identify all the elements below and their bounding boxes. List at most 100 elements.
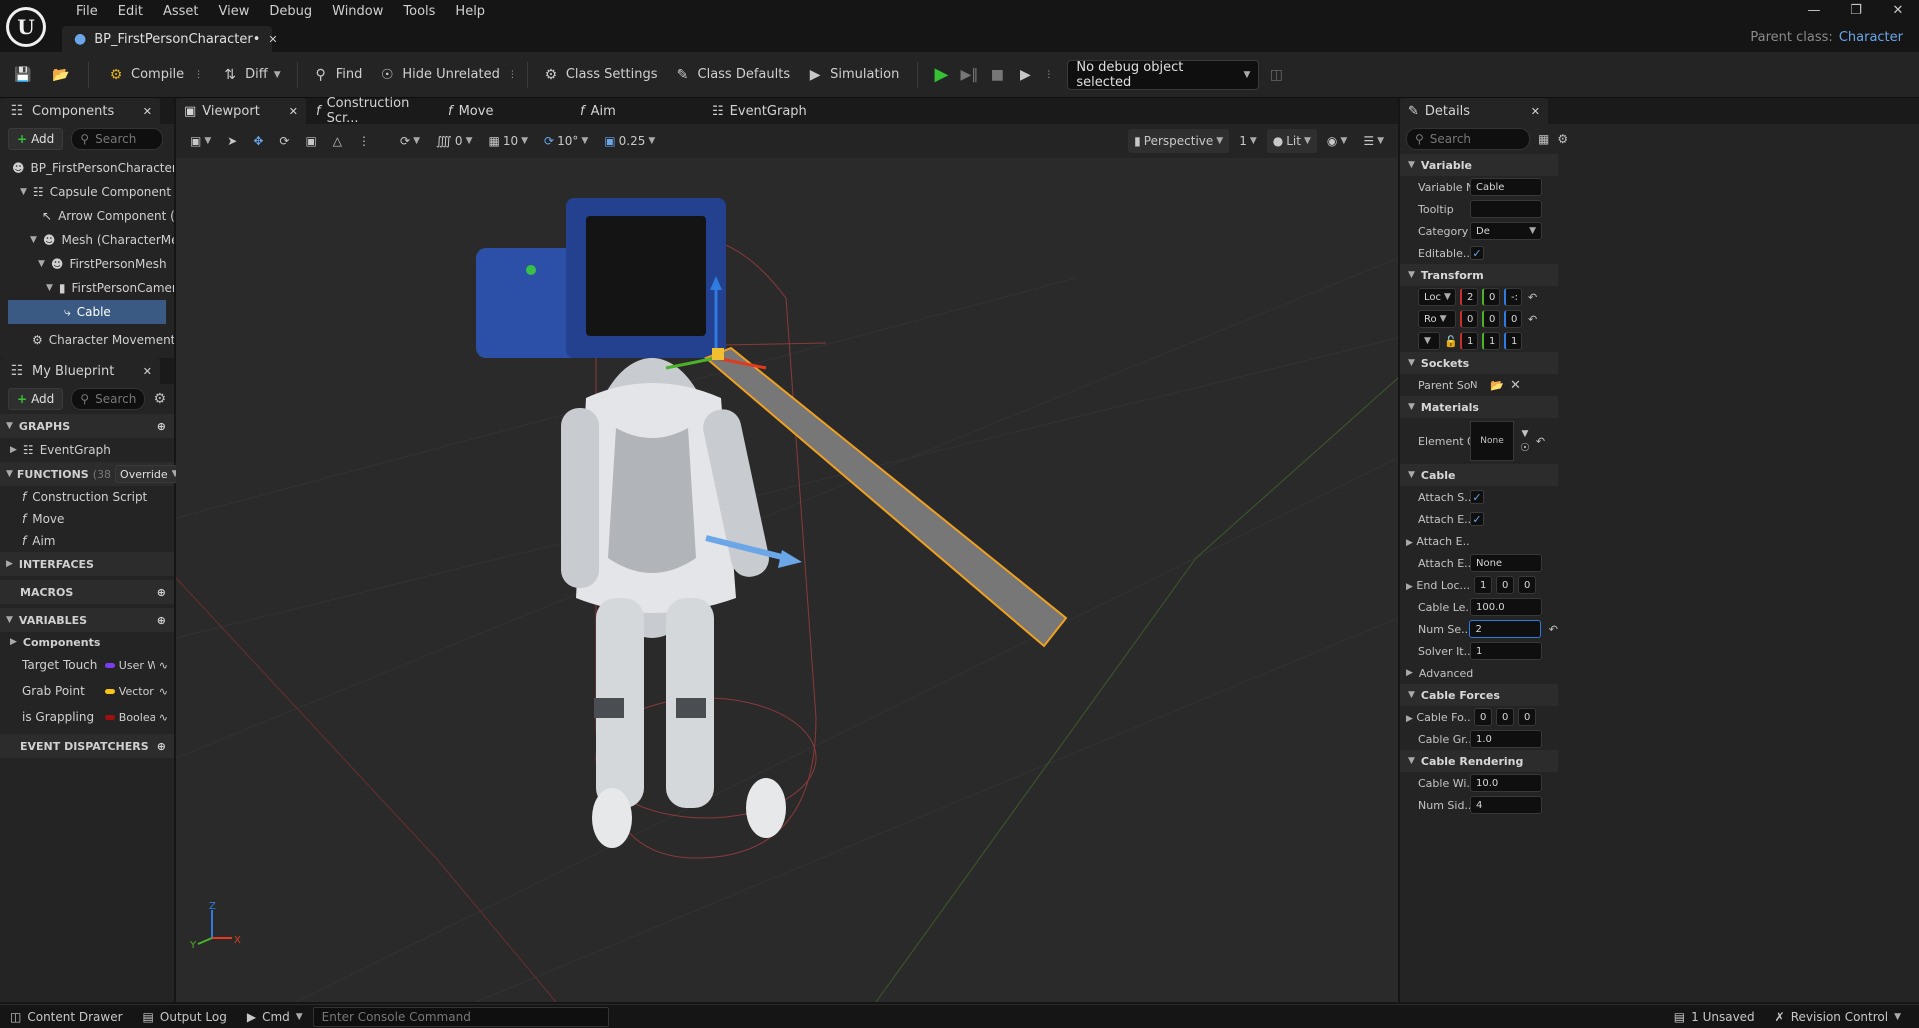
- console-command-input[interactable]: Enter Console Command: [312, 1006, 609, 1027]
- close-icon[interactable]: ✕: [143, 105, 152, 118]
- fov-button[interactable]: 1 ▼: [1233, 129, 1263, 153]
- scale-y-field[interactable]: 1: [1482, 332, 1500, 350]
- scale-select[interactable]: ▼: [1418, 332, 1440, 350]
- loc-y-field[interactable]: 0: [1482, 288, 1500, 306]
- scale-icon[interactable]: ▣: [299, 129, 322, 153]
- add-circle-icon[interactable]: ⊕: [157, 586, 166, 599]
- num-sides-field[interactable]: 4: [1470, 796, 1542, 814]
- viewport-scene[interactable]: Z Y X: [176, 158, 1398, 1002]
- variable-name-field[interactable]: Cable: [1470, 178, 1542, 196]
- tab-move[interactable]: f Move: [440, 98, 570, 124]
- function-item-move[interactable]: f Move: [0, 508, 174, 530]
- components-tab[interactable]: ☷ Components ✕: [0, 98, 160, 124]
- find-button[interactable]: ⚲ Find: [304, 59, 371, 91]
- tab-construction-script[interactable]: f Construction Scr...: [308, 96, 438, 126]
- my-blueprint-search-input[interactable]: ⚲ Search: [71, 388, 146, 410]
- document-tab[interactable]: ● BP_FirstPersonCharacter• ✕: [62, 26, 278, 52]
- close-window-icon[interactable]: ✕: [1877, 0, 1919, 22]
- parent-class-link[interactable]: Character: [1839, 30, 1903, 45]
- unsaved-button[interactable]: ▤ 1 Unsaved: [1664, 1005, 1765, 1028]
- class-settings-button[interactable]: ⚙ Class Settings: [534, 59, 666, 91]
- advanced-row[interactable]: ▶ Advanced: [1400, 662, 1558, 684]
- variables-category-components[interactable]: ▶ Components: [0, 632, 174, 652]
- surface-snap-button[interactable]: ⟳ ▼: [394, 129, 426, 153]
- scale-snap-button[interactable]: ▣ 0.25 ▼: [598, 129, 661, 153]
- browse-icon[interactable]: 📂: [52, 66, 70, 84]
- solver-iterations-field[interactable]: 1: [1470, 642, 1542, 660]
- lit-button[interactable]: ● Lit ▼: [1266, 129, 1317, 153]
- category-select[interactable]: De ▼: [1470, 222, 1542, 240]
- graphs-section[interactable]: ▼ GRAPHS ⊕: [0, 414, 174, 438]
- tree-item-cable[interactable]: ⤷ Cable: [8, 300, 166, 324]
- tree-item-fp-mesh[interactable]: ▼ ☻ FirstPersonMesh: [8, 252, 174, 276]
- browse-icon[interactable]: ☉: [1520, 441, 1530, 454]
- macros-section[interactable]: MACROS ⊕: [0, 580, 174, 604]
- close-icon[interactable]: ✕: [1531, 105, 1540, 118]
- perspective-button[interactable]: ▮ Perspective ▼: [1128, 129, 1230, 153]
- variable-item[interactable]: Grab Point Vector ∿: [0, 678, 174, 704]
- override-button[interactable]: Override ▼: [115, 465, 184, 483]
- play-options-icon[interactable]: ⋮: [1044, 70, 1053, 80]
- attach-end-checkbox[interactable]: ✓: [1470, 512, 1484, 526]
- gear-icon[interactable]: ⚙: [1557, 132, 1568, 146]
- event-dispatchers-section[interactable]: EVENT DISPATCHERS ⊕: [0, 734, 174, 758]
- add-circle-icon[interactable]: ⊕: [157, 420, 166, 433]
- interfaces-section[interactable]: ▶ INTERFACES: [0, 552, 174, 576]
- eye-icon[interactable]: ∿: [159, 711, 168, 724]
- cable-width-field[interactable]: 10.0: [1470, 774, 1542, 792]
- menu-tools[interactable]: Tools: [393, 2, 445, 22]
- attach-end-socket-field[interactable]: None: [1470, 554, 1542, 572]
- tree-item-fp-camera[interactable]: ▼ ▮ FirstPersonCamer: [8, 276, 174, 300]
- hide-unrelated-button[interactable]: ☉ Hide Unrelated: [370, 59, 508, 91]
- select-mode-icon[interactable]: ➤: [221, 129, 243, 153]
- menu-help[interactable]: Help: [445, 2, 495, 22]
- translate-icon[interactable]: ✥: [247, 129, 269, 153]
- menu-edit[interactable]: Edit: [108, 2, 153, 22]
- more-options-icon[interactable]: ⋮: [352, 129, 376, 153]
- end-loc-x-field[interactable]: 1: [1474, 576, 1492, 594]
- rotation-snap-value[interactable]: ⨌ 0 ▼: [430, 129, 478, 153]
- rotate-icon[interactable]: ⟳: [273, 129, 295, 153]
- section-cable-forces[interactable]: ▼ Cable Forces: [1400, 684, 1558, 706]
- coordinate-space-icon[interactable]: △: [327, 129, 348, 153]
- details-search-input[interactable]: ⚲ Search: [1406, 128, 1530, 150]
- scale-x-field[interactable]: 1: [1460, 332, 1478, 350]
- my-blueprint-tab[interactable]: ☷ My Blueprint ✕: [0, 358, 160, 384]
- tree-item-root[interactable]: ☻ BP_FirstPersonCharacter (: [8, 156, 174, 180]
- add-circle-icon[interactable]: ⊕: [157, 614, 166, 627]
- menu-asset[interactable]: Asset: [153, 2, 209, 22]
- revision-control-button[interactable]: ✗ Revision Control ▼: [1765, 1005, 1911, 1028]
- reset-icon[interactable]: ↶: [1536, 435, 1545, 448]
- diff-button[interactable]: ⇅ Diff ▼: [213, 59, 289, 91]
- add-component-button[interactable]: + Add: [8, 128, 64, 150]
- details-tab[interactable]: ✎ Details ✕: [1400, 98, 1548, 124]
- rotation-select[interactable]: Ro ▼: [1418, 310, 1456, 328]
- section-sockets[interactable]: ▼ Sockets: [1400, 352, 1558, 374]
- section-cable-rendering[interactable]: ▼ Cable Rendering: [1400, 750, 1558, 772]
- browse-icon[interactable]: 📂: [1490, 379, 1510, 392]
- menu-window[interactable]: Window: [322, 2, 393, 22]
- section-cable[interactable]: ▼ Cable: [1400, 464, 1558, 486]
- reset-icon[interactable]: ↶: [1549, 623, 1558, 636]
- rot-y-field[interactable]: 0: [1482, 310, 1500, 328]
- rot-x-field[interactable]: 0: [1460, 310, 1478, 328]
- debug-find-icon[interactable]: ◫: [1267, 66, 1285, 84]
- clear-icon[interactable]: ✕: [1510, 378, 1521, 393]
- compile-options-icon[interactable]: ⋮: [194, 70, 203, 80]
- end-loc-z-field[interactable]: 0: [1518, 576, 1536, 594]
- stop-icon[interactable]: ■: [988, 66, 1006, 84]
- tab-viewport[interactable]: ▣ Viewport ✕: [176, 98, 306, 124]
- unreal-logo-icon[interactable]: U: [6, 7, 46, 47]
- cable-force-y-field[interactable]: 0: [1496, 708, 1514, 726]
- variable-item[interactable]: Target Touch UI User W ∿: [0, 652, 174, 678]
- menu-view[interactable]: View: [209, 2, 260, 22]
- content-drawer-button[interactable]: ◫ Content Drawer: [0, 1005, 133, 1028]
- loc-x-field[interactable]: 2: [1460, 288, 1478, 306]
- close-icon[interactable]: ✕: [143, 365, 152, 378]
- section-variable[interactable]: ▼ Variable: [1400, 154, 1558, 176]
- grid-view-icon[interactable]: ▦: [1538, 132, 1549, 146]
- menu-debug[interactable]: Debug: [259, 2, 322, 22]
- play-icon[interactable]: ▶: [932, 64, 950, 85]
- more-options-icon[interactable]: ⋮: [508, 70, 517, 80]
- grid-snap-button[interactable]: ▦ 10 ▼: [482, 129, 534, 153]
